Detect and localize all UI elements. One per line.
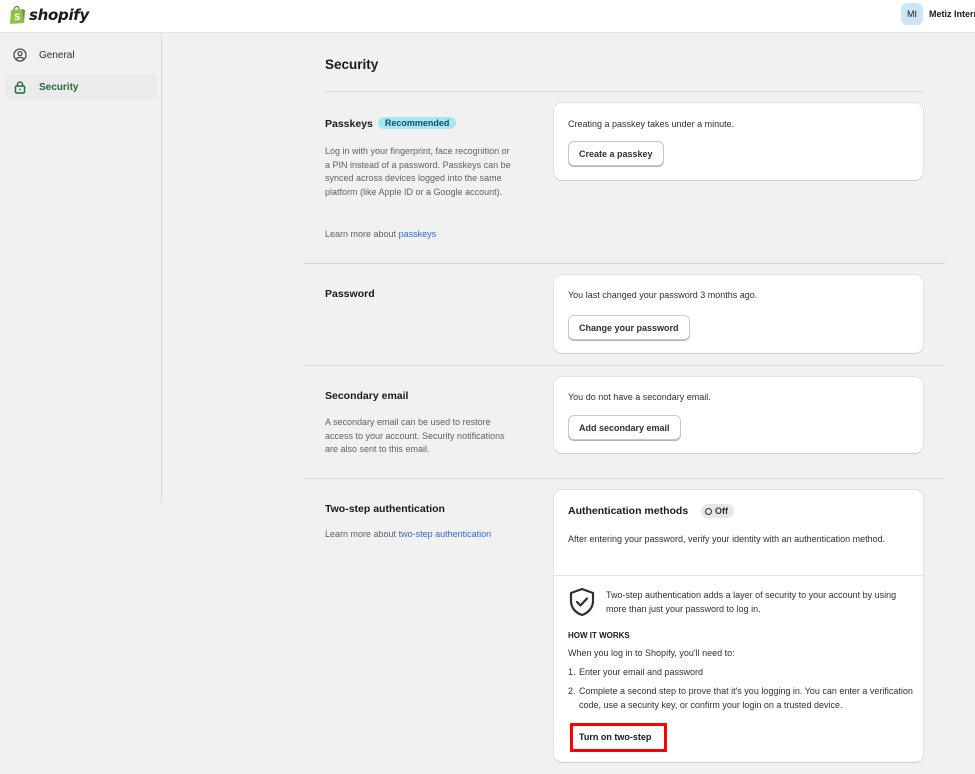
step-text: Enter your email and password bbox=[579, 667, 704, 677]
sidebar-item-label: General bbox=[39, 49, 75, 61]
top-bar: S shopify MI Metiz Interr bbox=[0, 0, 975, 33]
passkeys-card-text: Creating a passkey takes under a minute. bbox=[568, 119, 735, 129]
section-divider bbox=[304, 365, 945, 366]
store-name[interactable]: Metiz Interr bbox=[929, 9, 975, 19]
passkeys-heading: Passkeys Recommended bbox=[325, 117, 457, 130]
page-title: Security bbox=[325, 57, 379, 72]
passkeys-card: Creating a passkey takes under a minute.… bbox=[554, 103, 923, 180]
sidebar: General Security bbox=[0, 34, 162, 502]
change-password-button[interactable]: Change your password bbox=[568, 315, 690, 340]
person-circle-icon bbox=[13, 48, 27, 62]
password-card: You last changed your password 3 months … bbox=[554, 275, 923, 353]
svg-text:S: S bbox=[14, 13, 20, 23]
learn-more-prefix: Learn more about bbox=[325, 229, 397, 239]
two-step-link[interactable]: two-step authentication bbox=[399, 529, 492, 539]
step-number: 2. bbox=[568, 686, 576, 696]
sidebar-item-security[interactable]: Security bbox=[5, 74, 157, 100]
secondary-email-title: Secondary email bbox=[325, 390, 409, 402]
step-number: 1. bbox=[568, 667, 576, 677]
password-title: Password bbox=[325, 288, 375, 300]
secondary-email-card-text: You do not have a secondary email. bbox=[568, 392, 711, 402]
sidebar-item-general[interactable]: General bbox=[5, 42, 157, 68]
learn-more-prefix: Learn more about bbox=[325, 529, 397, 539]
create-passkey-button[interactable]: Create a passkey bbox=[568, 141, 664, 166]
logo-wordmark: shopify bbox=[29, 6, 89, 24]
auth-intro: After entering your password, verify you… bbox=[568, 534, 886, 544]
shopify-logo[interactable]: S shopify bbox=[9, 5, 89, 25]
sidebar-item-label: Security bbox=[39, 81, 79, 93]
status-badge: Off bbox=[701, 504, 734, 518]
auth-methods-title: Authentication methods bbox=[568, 505, 689, 517]
two-step-title: Two-step authentication bbox=[325, 503, 445, 515]
title-divider bbox=[325, 91, 923, 92]
status-text: Off bbox=[715, 506, 728, 516]
section-divider bbox=[304, 263, 945, 264]
status-dot-icon bbox=[705, 507, 712, 515]
how-it-works-intro: When you log in to Shopify, you'll need … bbox=[568, 648, 735, 658]
add-secondary-email-button[interactable]: Add secondary email bbox=[568, 415, 681, 440]
shield-description: Two-step authentication adds a layer of … bbox=[606, 590, 897, 614]
two-step-card: Authentication methods Off After enterin… bbox=[554, 490, 923, 762]
list-item: 1. Enter your email and password bbox=[568, 666, 918, 680]
card-divider bbox=[554, 575, 923, 576]
section-divider bbox=[304, 478, 945, 479]
step-text: Complete a second step to prove that it'… bbox=[579, 686, 913, 710]
password-card-text: You last changed your password 3 months … bbox=[568, 290, 758, 300]
recommended-badge: Recommended bbox=[377, 117, 457, 129]
passkeys-learn-more: Learn more about passkeys bbox=[325, 228, 515, 242]
secondary-email-description: A secondary email can be used to restore… bbox=[325, 417, 505, 455]
passkeys-description: Log in with your fingerprint, face recog… bbox=[325, 146, 511, 198]
avatar[interactable]: MI bbox=[901, 3, 923, 25]
shopify-bag-icon: S bbox=[10, 5, 25, 24]
shield-check-icon bbox=[569, 587, 595, 617]
two-step-learn-more: Learn more about two-step authentication bbox=[325, 528, 525, 542]
lock-icon bbox=[14, 81, 26, 94]
secondary-email-card: You do not have a secondary email. Add s… bbox=[554, 377, 923, 453]
turn-on-two-step-button[interactable]: Turn on two-step bbox=[575, 727, 656, 746]
how-it-works-heading: HOW IT WORKS bbox=[568, 631, 630, 640]
passkeys-title: Passkeys bbox=[325, 118, 373, 130]
passkeys-link[interactable]: passkeys bbox=[399, 229, 437, 239]
list-item: 2. Complete a second step to prove that … bbox=[568, 685, 918, 712]
